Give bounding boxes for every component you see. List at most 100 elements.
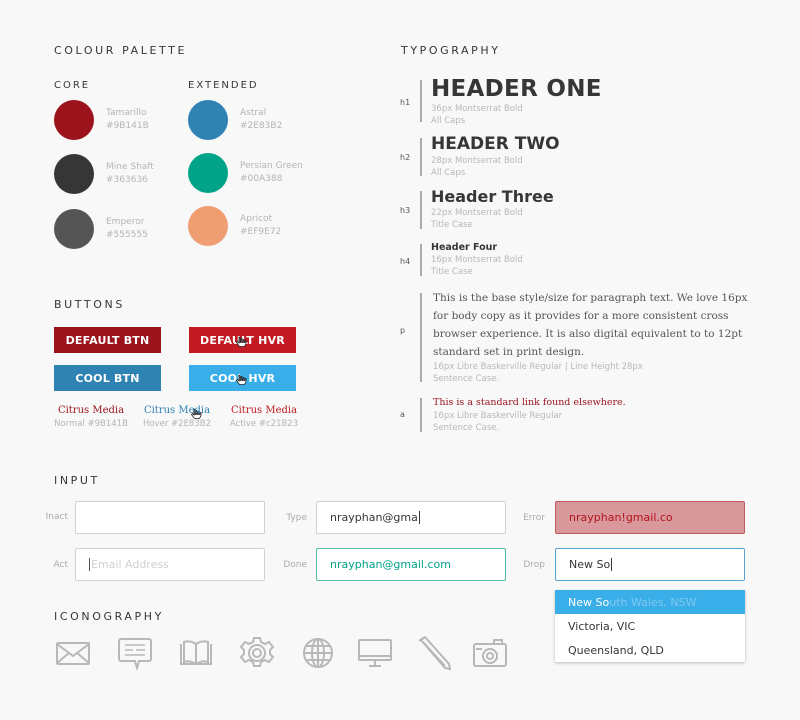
h4-case: Title Case — [431, 267, 473, 277]
drop-label: Drop — [523, 560, 545, 570]
swatch-hex: #9B141B — [106, 121, 149, 131]
done-value: nrayphan@gmail.com — [330, 558, 451, 571]
option-rest: uth Wales, NSW — [609, 595, 697, 609]
swatch-circle — [54, 154, 94, 194]
swatch-circle — [54, 100, 94, 140]
iconography-title: ICONOGRAPHY — [54, 610, 164, 623]
a-sample-link[interactable]: This is a standard link found elsewhere. — [433, 396, 763, 410]
a-spec: 16px Libre Baskerville Regular — [433, 411, 563, 421]
divider — [420, 244, 422, 276]
link-hover-note: Hover #2E83B2 — [142, 419, 211, 429]
divider — [420, 191, 422, 229]
email-placeholder: Email Address — [91, 558, 169, 571]
swatch-circle — [188, 100, 228, 140]
hand-cursor-icon — [236, 374, 247, 385]
swatch-hex: #00A388 — [240, 174, 283, 184]
typing-value: nrayphan@gma — [330, 511, 418, 524]
envelope-icon — [55, 636, 91, 670]
type-label: Type — [286, 513, 307, 523]
swatch-circle — [188, 153, 228, 193]
h4-spec: 16px Montserrat Bold — [431, 255, 523, 265]
h2-tag: h2 — [400, 153, 411, 162]
swatch-mine-shaft: Mine Shaft #363636 — [54, 154, 154, 194]
swatch-name: Emperor — [106, 217, 145, 227]
default-button[interactable]: DEFAULT BTN — [54, 327, 161, 353]
dropdown-option[interactable]: Victoria, VIC — [555, 614, 745, 638]
extended-title: EXTENDED — [188, 80, 259, 91]
camera-icon — [472, 636, 508, 670]
text-caret — [89, 558, 90, 571]
option-label: Queensland, QLD — [568, 643, 664, 657]
monitor-icon — [357, 636, 393, 670]
h3-case: Title Case — [431, 220, 473, 230]
h1-sample: HEADER ONE — [431, 76, 602, 102]
error-input[interactable]: nrayphan!gmail.co — [555, 501, 745, 534]
p-tag: p — [400, 326, 406, 335]
p-spec: 16px Libre Baskerville Regular | Line He… — [433, 362, 643, 372]
p-sample-block: This is the base style/size for paragrap… — [433, 289, 763, 385]
h3-sample: Header Three — [431, 187, 554, 206]
dropdown-input[interactable]: New So — [555, 548, 745, 581]
colour-palette-title: COLOUR PALETTE — [54, 44, 188, 57]
act-label: Act — [53, 560, 68, 570]
gear-icon — [239, 636, 275, 670]
h3-sample-block: Header Three 22px Montserrat Bold Title … — [431, 186, 554, 231]
swatch-tamarillo: Tamarillo #9B141B — [54, 100, 149, 140]
h1-spec: 36px Montserrat Bold — [431, 104, 523, 114]
h4-sample: Header Four — [431, 242, 498, 253]
link-normal[interactable]: Citrus Media — [46, 405, 136, 416]
hand-cursor-icon — [236, 336, 247, 347]
error-value: nrayphan!gmail.co — [569, 511, 673, 524]
h2-spec: 28px Montserrat Bold — [431, 156, 523, 166]
swatch-name: Tamarillo — [106, 108, 147, 118]
option-typed: New So — [568, 595, 610, 609]
link-hover[interactable]: Citrus Media — [132, 405, 222, 416]
h2-case: All Caps — [431, 168, 466, 178]
typography-title: TYPOGRAPHY — [401, 44, 501, 57]
swatch-hex: #EF9E72 — [240, 227, 282, 237]
buttons-title: BUTTONS — [54, 298, 125, 311]
dropdown-option[interactable]: Queensland, QLD — [555, 638, 745, 662]
chat-bubble-icon — [117, 636, 153, 672]
book-icon — [178, 636, 214, 670]
a-tag: a — [400, 410, 405, 419]
cool-button[interactable]: COOL BTN — [54, 365, 161, 391]
h2-sample-block: HEADER TWO 28px Montserrat Bold All Caps — [431, 134, 560, 179]
h1-sample-block: HEADER ONE 36px Montserrat Bold All Caps — [431, 75, 602, 127]
h1-tag: h1 — [400, 98, 411, 107]
h3-tag: h3 — [400, 206, 411, 215]
swatch-name: Astral — [240, 108, 267, 118]
swatch-hex: #555555 — [106, 230, 148, 240]
typing-input[interactable]: nrayphan@gma — [316, 501, 506, 534]
swatch-hex: #363636 — [106, 175, 148, 185]
dropdown-option[interactable]: New So uth Wales, NSW — [555, 590, 745, 614]
swatch-circle — [188, 206, 228, 246]
link-normal-note: Normal #9B141B — [54, 419, 128, 429]
text-caret — [611, 558, 613, 571]
link-active[interactable]: Citrus Media — [219, 405, 309, 416]
swatch-emperor: Emperor #555555 — [54, 209, 148, 249]
p-case: Sentence Case. — [433, 374, 500, 384]
h1-case: All Caps — [431, 116, 466, 126]
core-title: CORE — [54, 80, 91, 91]
a-sample-block: This is a standard link found elsewhere.… — [433, 396, 763, 434]
active-input[interactable]: Email Address — [75, 548, 265, 581]
globe-icon — [300, 636, 336, 670]
divider — [420, 293, 422, 382]
h3-spec: 22px Montserrat Bold — [431, 208, 523, 218]
text-caret — [418, 511, 420, 524]
divider — [420, 138, 422, 176]
done-label: Done — [283, 560, 307, 570]
swatch-astral: Astral #2E83B2 — [188, 100, 282, 140]
input-title: INPUT — [54, 474, 100, 487]
link-active-note: Active #c21B23 — [229, 419, 299, 429]
swatch-hex: #2E83B2 — [240, 121, 283, 131]
drop-value: New So — [569, 558, 611, 571]
divider — [420, 398, 422, 432]
option-label: Victoria, VIC — [568, 619, 636, 633]
divider — [420, 80, 422, 122]
h4-sample-block: Header Four 16px Montserrat Bold Title C… — [431, 241, 523, 278]
done-input[interactable]: nrayphan@gmail.com — [316, 548, 506, 581]
swatch-circle — [54, 209, 94, 249]
inactive-input[interactable] — [75, 501, 265, 534]
